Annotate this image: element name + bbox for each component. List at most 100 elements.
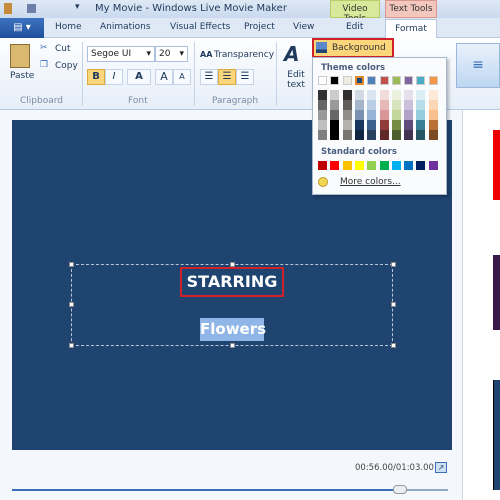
font-color-button[interactable]: A — [127, 69, 151, 85]
theme-color-shade-swatch[interactable] — [367, 100, 377, 110]
theme-color-shade-swatch[interactable] — [354, 100, 364, 110]
resize-handle[interactable] — [391, 302, 396, 307]
theme-color-shade-swatch[interactable] — [379, 120, 389, 130]
theme-color-shade-swatch[interactable] — [342, 100, 352, 110]
resize-handle[interactable] — [69, 343, 74, 348]
theme-color-shade-swatch[interactable] — [318, 100, 327, 110]
align-left-button[interactable]: ☰ — [200, 69, 218, 85]
theme-color-shade-swatch[interactable] — [318, 120, 327, 130]
theme-color-shade-swatch[interactable] — [416, 130, 426, 140]
theme-color-shade-swatch[interactable] — [354, 90, 364, 100]
tab-home[interactable]: Home — [55, 22, 82, 32]
theme-color-shade-swatch[interactable] — [342, 110, 352, 120]
theme-color-shade-swatch[interactable] — [354, 120, 364, 130]
resize-handle[interactable] — [69, 262, 74, 267]
theme-color-shade-swatch[interactable] — [391, 120, 401, 130]
theme-color-shade-swatch[interactable] — [416, 90, 426, 100]
theme-color-swatch[interactable] — [330, 76, 340, 85]
theme-color-shade-swatch[interactable] — [404, 110, 414, 120]
theme-color-shade-swatch[interactable] — [428, 100, 438, 110]
theme-color-shade-swatch[interactable] — [318, 110, 327, 120]
quick-access-dropdown-icon[interactable]: ▾ — [75, 2, 80, 12]
theme-color-shade-swatch[interactable] — [330, 90, 340, 100]
theme-color-shade-swatch[interactable] — [404, 100, 414, 110]
storyboard-clip-flowers[interactable] — [493, 255, 500, 330]
standard-color-swatch[interactable] — [330, 161, 340, 170]
theme-color-shade-swatch[interactable] — [367, 120, 377, 130]
resize-handle[interactable] — [230, 343, 235, 348]
paste-button[interactable]: Paste — [10, 71, 34, 81]
effects-gallery-item[interactable]: ≡ — [456, 43, 500, 88]
standard-color-swatch[interactable] — [379, 161, 389, 170]
caption-line-starring[interactable]: STARRING — [180, 267, 284, 297]
standard-color-swatch[interactable] — [391, 161, 401, 170]
tab-animations[interactable]: Animations — [100, 22, 151, 32]
theme-color-swatch[interactable] — [379, 76, 389, 85]
theme-color-shade-swatch[interactable] — [354, 110, 364, 120]
edit-text-icon[interactable]: A — [284, 42, 299, 66]
copy-button[interactable]: Copy — [55, 61, 78, 71]
theme-color-swatch[interactable] — [391, 76, 401, 85]
theme-color-shade-swatch[interactable] — [416, 100, 426, 110]
theme-color-shade-swatch[interactable] — [379, 110, 389, 120]
theme-color-shade-swatch[interactable] — [342, 120, 352, 130]
font-family-select[interactable]: Segoe UI ▾ — [87, 46, 155, 62]
theme-color-swatch[interactable] — [428, 76, 438, 85]
theme-color-shade-swatch[interactable] — [318, 130, 327, 140]
standard-color-swatch[interactable] — [367, 161, 377, 170]
theme-color-shade-swatch[interactable] — [391, 130, 401, 140]
theme-color-shade-swatch[interactable] — [404, 90, 414, 100]
tab-edit[interactable]: Edit — [346, 22, 363, 32]
theme-color-shade-swatch[interactable] — [379, 90, 389, 100]
resize-handle[interactable] — [69, 302, 74, 307]
theme-color-shade-swatch[interactable] — [354, 130, 364, 140]
theme-color-swatch[interactable] — [416, 76, 426, 85]
tab-visual-effects[interactable]: Visual Effects — [170, 22, 230, 32]
theme-color-shade-swatch[interactable] — [379, 130, 389, 140]
theme-color-shade-swatch[interactable] — [428, 90, 438, 100]
align-right-button[interactable]: ☰ — [236, 69, 254, 85]
theme-color-shade-swatch[interactable] — [428, 110, 438, 120]
theme-color-shade-swatch[interactable] — [379, 100, 389, 110]
theme-color-shade-swatch[interactable] — [318, 90, 327, 100]
theme-color-shade-swatch[interactable] — [330, 100, 340, 110]
application-menu-button[interactable]: ▤ ▾ — [0, 18, 44, 38]
theme-color-shade-swatch[interactable] — [391, 100, 401, 110]
storyboard-clip-credits[interactable] — [493, 380, 500, 490]
standard-color-swatch[interactable] — [416, 161, 426, 170]
theme-color-swatch[interactable] — [354, 76, 364, 85]
theme-color-shade-swatch[interactable] — [330, 120, 340, 130]
standard-color-swatch[interactable] — [318, 161, 327, 170]
theme-color-swatch[interactable] — [367, 76, 377, 85]
caption-line-flowers[interactable]: Flowers — [200, 318, 266, 341]
save-icon[interactable] — [27, 4, 36, 13]
resize-handle[interactable] — [391, 343, 396, 348]
align-center-button[interactable]: ☰ — [218, 69, 236, 85]
cut-button[interactable]: Cut — [55, 44, 71, 54]
theme-color-shade-swatch[interactable] — [404, 130, 414, 140]
standard-color-swatch[interactable] — [342, 161, 352, 170]
theme-color-swatch[interactable] — [404, 76, 414, 85]
theme-color-shade-swatch[interactable] — [428, 120, 438, 130]
theme-color-shade-swatch[interactable] — [428, 130, 438, 140]
resize-handle[interactable] — [391, 262, 396, 267]
theme-color-swatch[interactable] — [342, 76, 352, 85]
theme-color-shade-swatch[interactable] — [330, 110, 340, 120]
theme-color-shade-swatch[interactable] — [342, 90, 352, 100]
theme-color-shade-swatch[interactable] — [330, 130, 340, 140]
font-size-select[interactable]: 20 ▾ — [155, 46, 188, 62]
italic-button[interactable]: I — [105, 69, 123, 85]
grow-font-button[interactable]: A — [155, 69, 173, 85]
theme-color-shade-swatch[interactable] — [391, 90, 401, 100]
paste-icon[interactable] — [10, 44, 30, 68]
tab-format[interactable]: Format — [385, 19, 437, 39]
theme-color-shade-swatch[interactable] — [367, 90, 377, 100]
storyboard-clip-title[interactable] — [493, 130, 500, 200]
theme-color-shade-swatch[interactable] — [404, 120, 414, 130]
theme-color-shade-swatch[interactable] — [416, 110, 426, 120]
bold-button[interactable]: B — [87, 69, 105, 85]
edit-text-button[interactable]: Edit text — [284, 70, 308, 90]
theme-color-shade-swatch[interactable] — [367, 130, 377, 140]
theme-color-shade-swatch[interactable] — [391, 110, 401, 120]
theme-color-swatch[interactable] — [318, 76, 327, 85]
